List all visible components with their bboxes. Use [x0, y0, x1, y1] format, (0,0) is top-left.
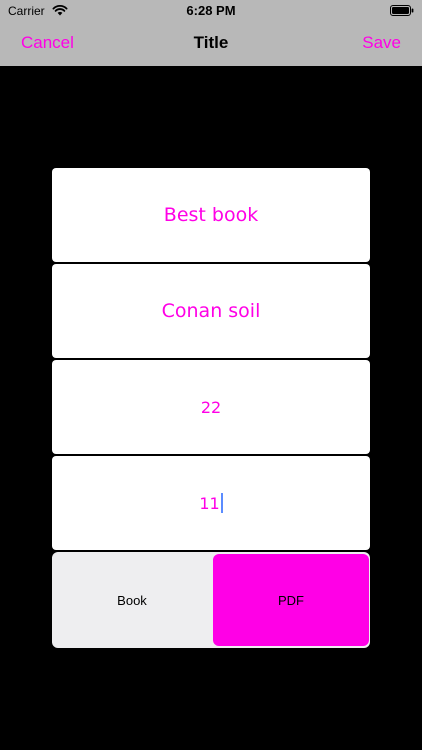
status-time: 6:28 PM: [186, 3, 236, 18]
navigation-bar: Cancel Title Save: [0, 22, 422, 66]
battery-icon: [390, 5, 414, 16]
title-field[interactable]: Best book: [52, 168, 370, 262]
number-field-2-value: 11: [199, 493, 220, 513]
save-button[interactable]: Save: [362, 33, 401, 53]
text-cursor: [220, 493, 223, 513]
segment-pdf[interactable]: PDF: [213, 554, 369, 646]
author-field-value: Conan soil: [161, 300, 261, 322]
page-title: Title: [193, 33, 229, 52]
number-field-1-value: 22: [200, 397, 222, 417]
status-bar: Carrier 6:28 PM: [0, 0, 422, 22]
number-field-2[interactable]: 11: [52, 456, 370, 550]
book-form: Best book Conan soil 22 11 Book PDF: [52, 168, 370, 648]
format-segmented-control[interactable]: Book PDF: [52, 552, 370, 648]
author-field[interactable]: Conan soil: [52, 264, 370, 358]
number-field-1[interactable]: 22: [52, 360, 370, 454]
segment-book[interactable]: Book: [52, 552, 212, 648]
title-field-value: Best book: [163, 204, 259, 226]
